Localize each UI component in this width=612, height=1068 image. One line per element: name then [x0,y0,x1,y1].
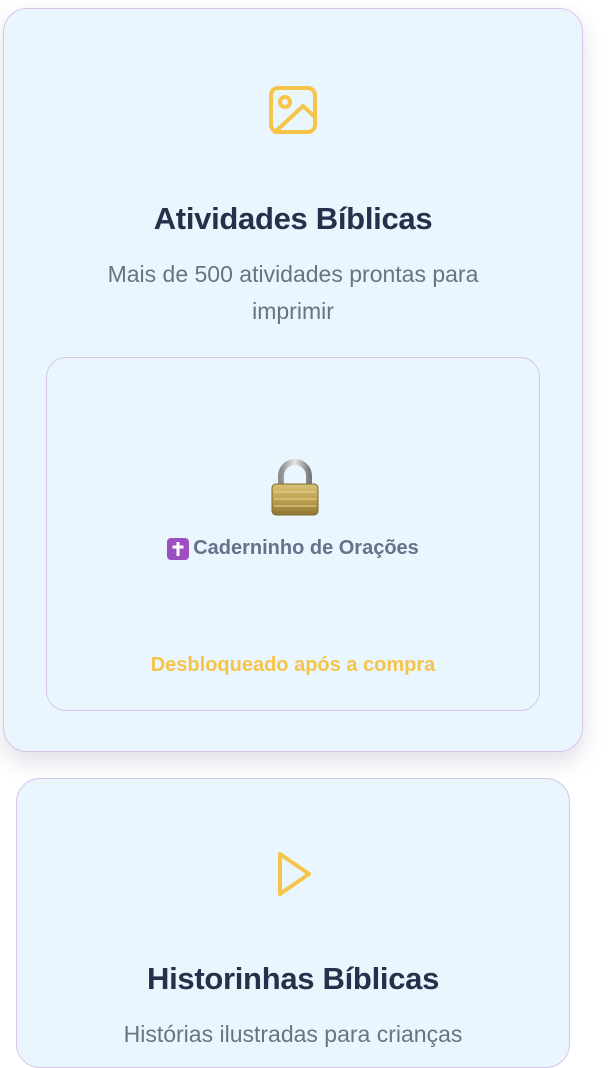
padlock-icon [270,458,320,521]
locked-item-label-row: Caderninho de Orações [47,537,539,560]
feature-card-atividades: Atividades Bíblicas Mais de 500 atividad… [3,8,583,752]
card-title: Historinhas Bíblicas [146,961,440,996]
feature-card-historinhas: Historinhas Bíblicas Histórias ilustrada… [16,778,570,1068]
locked-item-label: Caderninho de Orações [193,537,419,559]
latin-cross-icon [167,537,190,560]
unlock-note: Desbloqueado após a compra [150,654,436,676]
card-title: Atividades Bíblicas [153,201,433,236]
image-icon [266,83,320,137]
locked-bonus-card: Caderninho de Orações Desbloqueado após … [46,357,540,711]
play-icon [271,847,317,901]
card-description: Mais de 500 atividades prontas para impr… [107,261,479,324]
card-description: Histórias ilustradas para crianças [123,1021,463,1047]
